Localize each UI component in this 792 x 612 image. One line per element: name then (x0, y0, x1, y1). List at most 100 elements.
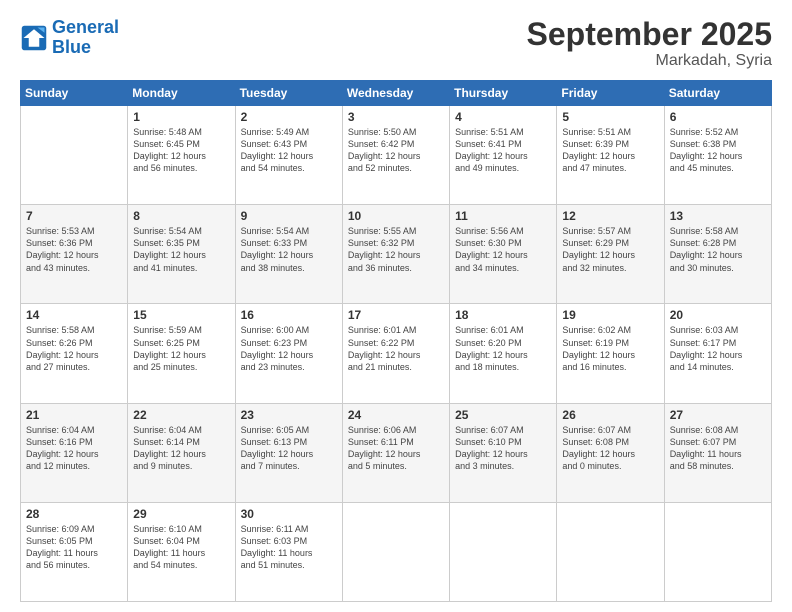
day-number: 19 (562, 308, 658, 322)
day-info: Sunrise: 5:55 AM Sunset: 6:32 PM Dayligh… (348, 225, 444, 274)
day-info: Sunrise: 5:54 AM Sunset: 6:35 PM Dayligh… (133, 225, 229, 274)
month-title: September 2025 (527, 18, 772, 50)
logo: General Blue (20, 18, 119, 58)
day-number: 2 (241, 110, 337, 124)
calendar-cell: 8 Sunrise: 5:54 AM Sunset: 6:35 PM Daylig… (128, 205, 235, 304)
day-number: 20 (670, 308, 766, 322)
day-number: 29 (133, 507, 229, 521)
day-info: Sunrise: 5:53 AM Sunset: 6:36 PM Dayligh… (26, 225, 122, 274)
day-number: 12 (562, 209, 658, 223)
day-info: Sunrise: 6:01 AM Sunset: 6:20 PM Dayligh… (455, 324, 551, 373)
calendar-cell: 25Sunrise: 6:07 AM Sunset: 6:10 PM Dayli… (450, 403, 557, 502)
day-number: 30 (241, 507, 337, 521)
calendar-cell: 29 Sunrise: 6:10 AM Sunset: 6:04 PM Dayli… (128, 502, 235, 601)
day-info: Sunrise: 6:04 AM Sunset: 6:14 PM Dayligh… (133, 424, 229, 473)
day-info: Sunrise: 5:54 AM Sunset: 6:33 PM Dayligh… (241, 225, 337, 274)
calendar-week-row: 14Sunrise: 5:58 AM Sunset: 6:26 PM Dayli… (21, 304, 772, 403)
day-number: 26 (562, 408, 658, 422)
day-info: Sunrise: 5:56 AM Sunset: 6:30 PM Dayligh… (455, 225, 551, 274)
day-info: Sunrise: 6:07 AM Sunset: 6:10 PM Dayligh… (455, 424, 551, 473)
day-number: 3 (348, 110, 444, 124)
calendar-week-row: 7 Sunrise: 5:53 AM Sunset: 6:36 PM Daylig… (21, 205, 772, 304)
calendar-cell: 1Sunrise: 5:48 AM Sunset: 6:45 PM Daylig… (128, 106, 235, 205)
day-info: Sunrise: 5:48 AM Sunset: 6:45 PM Dayligh… (133, 126, 229, 175)
day-number: 16 (241, 308, 337, 322)
day-number: 17 (348, 308, 444, 322)
calendar-cell: 24 Sunrise: 6:06 AM Sunset: 6:11 PM Dayli… (342, 403, 449, 502)
weekday-header: Thursday (450, 81, 557, 106)
page: General Blue September 2025 Markadah, Sy… (0, 0, 792, 612)
day-number: 27 (670, 408, 766, 422)
calendar-cell: 4 Sunrise: 5:51 AM Sunset: 6:41 PM Daylig… (450, 106, 557, 205)
day-number: 10 (348, 209, 444, 223)
calendar-cell: 14Sunrise: 5:58 AM Sunset: 6:26 PM Dayli… (21, 304, 128, 403)
calendar-cell: 7 Sunrise: 5:53 AM Sunset: 6:36 PM Daylig… (21, 205, 128, 304)
day-number: 4 (455, 110, 551, 124)
day-number: 28 (26, 507, 122, 521)
day-info: Sunrise: 5:58 AM Sunset: 6:28 PM Dayligh… (670, 225, 766, 274)
day-info: Sunrise: 5:57 AM Sunset: 6:29 PM Dayligh… (562, 225, 658, 274)
calendar-cell (21, 106, 128, 205)
calendar-header-row: SundayMondayTuesdayWednesdayThursdayFrid… (21, 81, 772, 106)
day-number: 15 (133, 308, 229, 322)
logo-blue: Blue (52, 38, 119, 58)
calendar-cell: 22 Sunrise: 6:04 AM Sunset: 6:14 PM Dayli… (128, 403, 235, 502)
day-info: Sunrise: 6:03 AM Sunset: 6:17 PM Dayligh… (670, 324, 766, 373)
calendar-cell: 11 Sunrise: 5:56 AM Sunset: 6:30 PM Dayli… (450, 205, 557, 304)
calendar-cell (557, 502, 664, 601)
calendar-cell: 5 Sunrise: 5:51 AM Sunset: 6:39 PM Daylig… (557, 106, 664, 205)
calendar-cell: 23Sunrise: 6:05 AM Sunset: 6:13 PM Dayli… (235, 403, 342, 502)
day-number: 23 (241, 408, 337, 422)
day-info: Sunrise: 6:11 AM Sunset: 6:03 PM Dayligh… (241, 523, 337, 572)
calendar-cell: 12 Sunrise: 5:57 AM Sunset: 6:29 PM Dayli… (557, 205, 664, 304)
weekday-header: Monday (128, 81, 235, 106)
calendar-cell: 26 Sunrise: 6:07 AM Sunset: 6:08 PM Dayli… (557, 403, 664, 502)
day-number: 11 (455, 209, 551, 223)
day-number: 5 (562, 110, 658, 124)
calendar-cell: 13Sunrise: 5:58 AM Sunset: 6:28 PM Dayli… (664, 205, 771, 304)
calendar-cell (342, 502, 449, 601)
calendar-week-row: 28 Sunrise: 6:09 AM Sunset: 6:05 PM Dayli… (21, 502, 772, 601)
day-number: 8 (133, 209, 229, 223)
calendar-table: SundayMondayTuesdayWednesdayThursdayFrid… (20, 80, 772, 602)
calendar-cell: 10 Sunrise: 5:55 AM Sunset: 6:32 PM Dayli… (342, 205, 449, 304)
calendar-cell: 17 Sunrise: 6:01 AM Sunset: 6:22 PM Dayli… (342, 304, 449, 403)
weekday-header: Sunday (21, 81, 128, 106)
calendar-week-row: 1Sunrise: 5:48 AM Sunset: 6:45 PM Daylig… (21, 106, 772, 205)
day-info: Sunrise: 6:07 AM Sunset: 6:08 PM Dayligh… (562, 424, 658, 473)
day-number: 18 (455, 308, 551, 322)
header: General Blue September 2025 Markadah, Sy… (20, 18, 772, 70)
day-info: Sunrise: 6:09 AM Sunset: 6:05 PM Dayligh… (26, 523, 122, 572)
calendar-cell: 3Sunrise: 5:50 AM Sunset: 6:42 PM Daylig… (342, 106, 449, 205)
calendar-cell: 6Sunrise: 5:52 AM Sunset: 6:38 PM Daylig… (664, 106, 771, 205)
calendar-cell: 27Sunrise: 6:08 AM Sunset: 6:07 PM Dayli… (664, 403, 771, 502)
day-number: 22 (133, 408, 229, 422)
calendar-cell: 19Sunrise: 6:02 AM Sunset: 6:19 PM Dayli… (557, 304, 664, 403)
calendar-cell: 30 Sunrise: 6:11 AM Sunset: 6:03 PM Dayli… (235, 502, 342, 601)
calendar-cell: 21 Sunrise: 6:04 AM Sunset: 6:16 PM Dayli… (21, 403, 128, 502)
day-number: 24 (348, 408, 444, 422)
location: Markadah, Syria (527, 52, 772, 70)
title-block: September 2025 Markadah, Syria (527, 18, 772, 70)
day-info: Sunrise: 5:49 AM Sunset: 6:43 PM Dayligh… (241, 126, 337, 175)
day-number: 14 (26, 308, 122, 322)
day-info: Sunrise: 6:04 AM Sunset: 6:16 PM Dayligh… (26, 424, 122, 473)
day-number: 9 (241, 209, 337, 223)
calendar-cell: 15 Sunrise: 5:59 AM Sunset: 6:25 PM Dayli… (128, 304, 235, 403)
calendar-cell: 20 Sunrise: 6:03 AM Sunset: 6:17 PM Dayli… (664, 304, 771, 403)
logo-icon (20, 24, 48, 52)
day-info: Sunrise: 5:51 AM Sunset: 6:39 PM Dayligh… (562, 126, 658, 175)
calendar-week-row: 21 Sunrise: 6:04 AM Sunset: 6:16 PM Dayli… (21, 403, 772, 502)
day-number: 7 (26, 209, 122, 223)
day-number: 21 (26, 408, 122, 422)
day-number: 6 (670, 110, 766, 124)
day-info: Sunrise: 6:01 AM Sunset: 6:22 PM Dayligh… (348, 324, 444, 373)
day-info: Sunrise: 6:10 AM Sunset: 6:04 PM Dayligh… (133, 523, 229, 572)
day-info: Sunrise: 5:59 AM Sunset: 6:25 PM Dayligh… (133, 324, 229, 373)
weekday-header: Friday (557, 81, 664, 106)
calendar-cell: 28 Sunrise: 6:09 AM Sunset: 6:05 PM Dayli… (21, 502, 128, 601)
day-info: Sunrise: 5:51 AM Sunset: 6:41 PM Dayligh… (455, 126, 551, 175)
day-info: Sunrise: 6:06 AM Sunset: 6:11 PM Dayligh… (348, 424, 444, 473)
calendar-cell: 16Sunrise: 6:00 AM Sunset: 6:23 PM Dayli… (235, 304, 342, 403)
calendar-cell: 9 Sunrise: 5:54 AM Sunset: 6:33 PM Daylig… (235, 205, 342, 304)
